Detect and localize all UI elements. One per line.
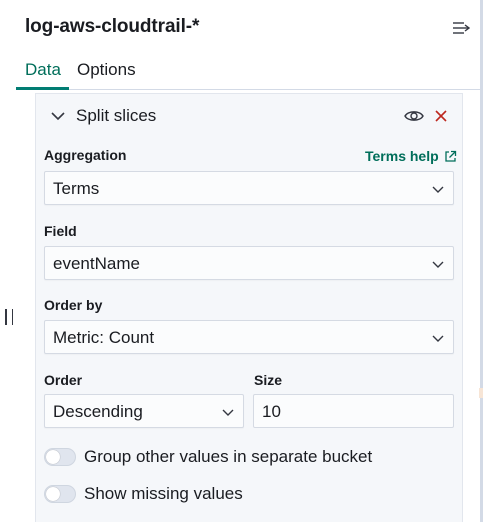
order-by-select[interactable]: Metric: Count xyxy=(44,320,454,354)
editor-tabs: Data Options xyxy=(16,52,480,90)
group-other-bucket-label: Group other values in separate bucket xyxy=(84,447,373,466)
toggle-switch[interactable] xyxy=(44,485,76,503)
resize-grip-line xyxy=(11,309,13,325)
tab-options[interactable]: Options xyxy=(77,60,136,89)
order-by-value: Metric: Count xyxy=(53,328,155,347)
collapse-sidebar-button[interactable] xyxy=(450,17,472,39)
split-slices-header: Split slices xyxy=(36,94,462,138)
resize-grip-line xyxy=(5,309,7,325)
group-other-bucket-switch[interactable]: Group other values in separate bucket xyxy=(44,445,372,469)
accordion-toggle-button[interactable] xyxy=(50,108,66,124)
remove-split-button[interactable] xyxy=(432,107,450,125)
order-value: Descending xyxy=(53,402,143,421)
switch-knob xyxy=(46,487,60,501)
chevron-down-icon xyxy=(432,261,444,268)
size-value: 10 xyxy=(262,402,281,421)
external-link-icon xyxy=(445,150,456,162)
chevron-down-icon xyxy=(222,409,234,416)
chevron-down-icon xyxy=(432,335,444,342)
order-label: Order xyxy=(44,372,83,388)
aggregation-select[interactable]: Terms xyxy=(44,171,454,205)
order-select[interactable]: Descending xyxy=(44,394,244,428)
size-label: Size xyxy=(254,372,283,388)
chevron-down-icon xyxy=(51,112,65,121)
toggle-switch[interactable] xyxy=(44,448,76,466)
terms-help-link[interactable]: Terms help xyxy=(365,148,457,164)
field-label: Field xyxy=(44,223,77,239)
index-pattern-title: log-aws-cloudtrail-* xyxy=(25,16,200,37)
edge-fragment xyxy=(479,388,483,398)
size-input[interactable]: 10 xyxy=(253,394,454,428)
chevron-down-icon xyxy=(432,186,444,193)
split-slices-title[interactable]: Split slices xyxy=(76,106,156,126)
order-by-label: Order by xyxy=(44,297,103,313)
resize-handle[interactable] xyxy=(5,309,13,325)
show-missing-values-label: Show missing values xyxy=(84,484,243,503)
show-missing-values-switch[interactable]: Show missing values xyxy=(44,482,243,506)
terms-help-text: Terms help xyxy=(365,148,439,164)
split-slices-card: Split slices Aggregation Terms help Term… xyxy=(35,93,463,522)
field-value: eventName xyxy=(53,254,140,273)
toggle-visibility-button[interactable] xyxy=(403,106,425,126)
collapse-sidebar-icon xyxy=(453,22,470,34)
sidebar-header: log-aws-cloudtrail-* xyxy=(16,0,480,56)
switch-knob xyxy=(46,450,60,464)
tab-data[interactable]: Data xyxy=(16,60,69,90)
aggregation-label: Aggregation xyxy=(44,147,127,163)
sidebar-panel: log-aws-cloudtrail-* Data Options Split … xyxy=(16,0,483,522)
visualization-editor-sidebar: log-aws-cloudtrail-* Data Options Split … xyxy=(0,0,483,522)
close-icon xyxy=(435,110,447,122)
eye-icon xyxy=(404,111,424,121)
field-select[interactable]: eventName xyxy=(44,246,454,280)
aggregation-value: Terms xyxy=(53,179,100,198)
